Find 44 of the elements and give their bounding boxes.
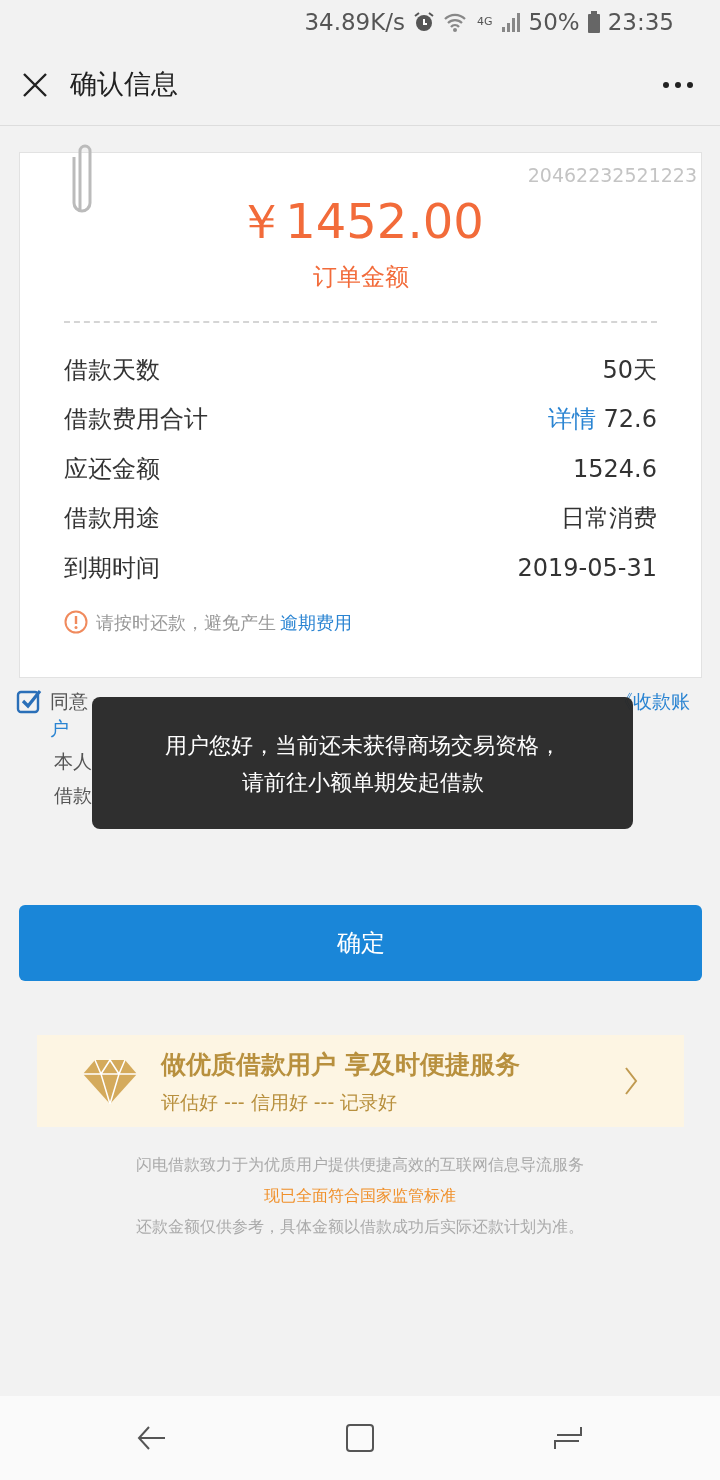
row-value: 日常消费 (561, 503, 657, 535)
warning-icon (64, 610, 88, 634)
chevron-right-icon (624, 1066, 638, 1096)
signal-icon (500, 12, 521, 32)
recent-apps-icon[interactable] (553, 1425, 583, 1451)
home-icon[interactable] (345, 1423, 375, 1453)
compliance-note: 现已全面符合国家监管标准 (263, 1185, 457, 1207)
banner-title: 做优质借款用户 享及时便捷服务 (161, 1049, 521, 1081)
battery-level: 50% (528, 7, 580, 37)
overdue-fee-link[interactable]: 逾期费用 (280, 608, 352, 636)
clock: 23:35 (607, 7, 674, 37)
alarm-icon (413, 11, 436, 33)
diamond-icon (83, 1058, 137, 1104)
row-label: 借款用途 (64, 503, 160, 535)
promo-banner[interactable]: 做优质借款用户 享及时便捷服务 评估好 --- 信用好 --- 记录好 (37, 1035, 684, 1127)
back-icon[interactable] (137, 1425, 167, 1451)
agreement-note: 借款 (54, 783, 92, 808)
row-label: 借款费用合计 (64, 404, 208, 436)
row-value: 72.6 (603, 404, 657, 436)
more-icon[interactable] (662, 80, 694, 89)
serial-number: 20462232521223 (527, 163, 697, 188)
page-title: 确认信息 (70, 67, 178, 102)
row-label: 借款天数 (64, 354, 160, 386)
confirm-button[interactable]: 确定 (19, 905, 702, 981)
details-link[interactable]: 详情 (547, 401, 596, 438)
row-label: 到期时间 (64, 552, 160, 584)
row-value: 2019-05-31 (517, 552, 657, 584)
row-value: 50天 (602, 354, 657, 386)
battery-icon (587, 11, 600, 33)
close-icon[interactable] (22, 71, 48, 98)
network-speed: 34.89K/s (304, 7, 406, 37)
agreement-note: 本人 (54, 749, 92, 774)
network-type: 4G (477, 13, 493, 30)
row-label: 应还金额 (64, 453, 160, 485)
footer-text: 闪电借款致力于为优质用户提供便捷高效的互联网信息导流服务 (135, 1154, 585, 1176)
row-value: 1524.6 (573, 453, 657, 485)
banner-subtitle: 评估好 --- 信用好 --- 记录好 (161, 1089, 399, 1115)
agree-label: 同意 (50, 689, 88, 714)
order-amount: ￥1452.00 (237, 192, 484, 251)
amount-label: 订单金额 (312, 262, 409, 293)
checkbox[interactable] (16, 688, 42, 714)
agreement-link[interactable]: 户 (50, 715, 69, 742)
footer-text: 还款金额仅供参考，具体金额以借款成功后实际还款计划为准。 (135, 1216, 585, 1238)
notice-text: 请按时还款，避免产生 (96, 610, 276, 635)
